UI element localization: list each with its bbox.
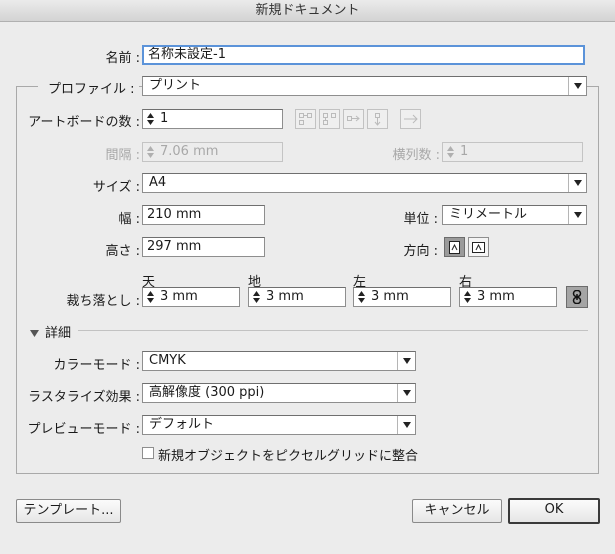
spacing-label: 間隔 :: [105, 148, 140, 163]
bleed-left-stepper[interactable]: 3 mm: [353, 287, 451, 307]
disclosure-triangle-icon[interactable]: [30, 326, 39, 341]
advanced-label[interactable]: 詳細: [45, 322, 71, 341]
name-label: 名前 :: [105, 51, 140, 66]
bleed-top-stepper[interactable]: 3 mm: [142, 287, 240, 307]
landscape-button[interactable]: [468, 237, 489, 257]
spacing-stepper[interactable]: 7.06 mm: [142, 142, 283, 162]
advanced-divider: [78, 330, 588, 331]
chevron-down-icon: [397, 352, 415, 370]
bleed-right-stepper[interactable]: 3 mm: [459, 287, 557, 307]
size-select[interactable]: A4: [142, 173, 587, 193]
stepper-arrows-icon[interactable]: [354, 288, 369, 306]
color-mode-value: CMYK: [149, 353, 186, 368]
spacing-value: 7.06 mm: [160, 144, 219, 159]
orientation-label: 方向 :: [403, 244, 438, 259]
align-pixel-grid-label[interactable]: 新規オブジェクトをピクセルグリッドに整合: [158, 445, 418, 464]
landscape-icon: [472, 241, 485, 253]
preview-mode-value: デフォルト: [149, 417, 215, 432]
width-input[interactable]: 210 mm: [142, 205, 265, 225]
raster-label: ラスタライズ効果 :: [28, 390, 140, 405]
height-input[interactable]: 297 mm: [142, 237, 265, 257]
color-mode-select[interactable]: CMYK: [142, 351, 416, 371]
arrange-by-column-icon[interactable]: [367, 109, 388, 129]
columns-value: 1: [460, 144, 469, 159]
window-title: 新規ドキュメント: [0, 0, 615, 22]
chevron-down-icon: [397, 416, 415, 434]
chevron-down-icon: [568, 206, 586, 224]
units-label: 単位 :: [403, 212, 438, 227]
columns-stepper[interactable]: 1: [442, 142, 583, 162]
stepper-arrows-icon[interactable]: [143, 110, 158, 128]
profile-value: プリント: [149, 78, 202, 93]
chevron-down-icon: [568, 77, 586, 95]
grid-by-column-icon[interactable]: [319, 109, 340, 129]
artboards-stepper[interactable]: 1: [142, 109, 283, 129]
stepper-arrows-icon[interactable]: [249, 288, 264, 306]
height-label: 高さ :: [105, 244, 140, 259]
units-value: ミリメートル: [449, 207, 528, 222]
bleed-right-value: 3 mm: [477, 289, 515, 304]
cancel-button[interactable]: キャンセル: [412, 499, 502, 523]
width-label: 幅 :: [118, 212, 140, 227]
chevron-down-icon: [397, 384, 415, 402]
preview-mode-select[interactable]: デフォルト: [142, 415, 416, 435]
templates-button[interactable]: テンプレート...: [16, 499, 121, 523]
artboards-value: 1: [160, 111, 169, 126]
chain-link-icon: [572, 290, 582, 304]
link-bleed-button[interactable]: [566, 286, 588, 308]
name-input[interactable]: 名称未設定-1: [142, 45, 585, 65]
bleed-bottom-value: 3 mm: [266, 289, 304, 304]
raster-select[interactable]: 高解像度 (300 ppi): [142, 383, 416, 403]
ok-button[interactable]: OK: [508, 498, 600, 524]
color-mode-label: カラーモード :: [53, 358, 140, 373]
profile-select[interactable]: プリント: [142, 76, 587, 96]
artboards-label: アートボードの数 :: [28, 115, 140, 130]
right-to-left-icon[interactable]: [400, 109, 421, 129]
raster-value: 高解像度 (300 ppi): [149, 385, 265, 400]
units-select[interactable]: ミリメートル: [442, 205, 587, 225]
preview-mode-label: プレビューモード :: [27, 422, 140, 437]
columns-label: 横列数 :: [392, 148, 440, 163]
align-pixel-grid-checkbox[interactable]: [142, 447, 154, 459]
portrait-button[interactable]: [444, 237, 465, 257]
new-document-dialog: 新規ドキュメント 名前 : 名称未設定-1 プロファイル : プリント アートボ…: [0, 0, 615, 554]
size-value: A4: [149, 175, 167, 190]
bleed-left-value: 3 mm: [371, 289, 409, 304]
grid-by-row-icon[interactable]: [295, 109, 316, 129]
size-label: サイズ :: [92, 180, 140, 195]
stepper-arrows-icon[interactable]: [460, 288, 475, 306]
stepper-arrows-icon[interactable]: [143, 143, 158, 161]
stepper-arrows-icon[interactable]: [143, 288, 158, 306]
stepper-arrows-icon[interactable]: [443, 143, 458, 161]
portrait-icon: [449, 240, 460, 254]
bleed-top-value: 3 mm: [160, 289, 198, 304]
bleed-bottom-stepper[interactable]: 3 mm: [248, 287, 346, 307]
arrange-by-row-icon[interactable]: [343, 109, 364, 129]
bleed-label: 裁ち落とし :: [66, 294, 140, 309]
chevron-down-icon: [568, 174, 586, 192]
profile-label: プロファイル :: [38, 78, 139, 97]
